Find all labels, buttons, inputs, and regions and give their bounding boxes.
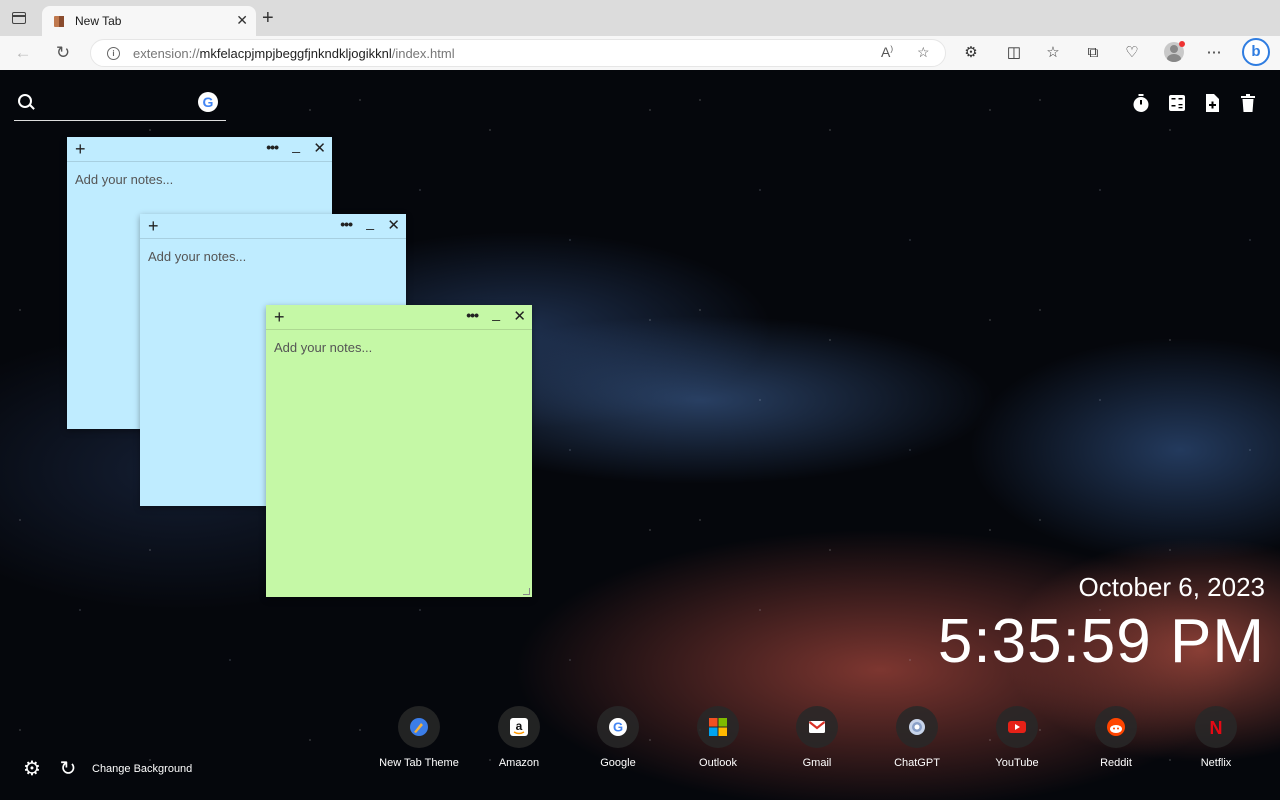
svg-text:a: a: [516, 719, 523, 733]
note-close-icon[interactable]: ✕: [513, 307, 526, 325]
refresh-background-icon[interactable]: ↻: [57, 758, 79, 780]
shortcut-youtube[interactable]: YouTube: [977, 706, 1057, 769]
bing-copilot-icon[interactable]: b: [1242, 38, 1270, 66]
svg-text:G: G: [613, 720, 623, 735]
add-note-icon[interactable]: [1201, 92, 1223, 114]
shortcut-gmail[interactable]: Gmail: [777, 706, 857, 769]
note-resize-handle[interactable]: [523, 588, 530, 595]
tab-actions-icon[interactable]: [12, 12, 26, 24]
microsoft-icon: [697, 706, 739, 748]
brush-icon: [398, 706, 440, 748]
google-icon: G: [597, 706, 639, 748]
shortcut-label: Amazon: [498, 757, 540, 769]
new-tab-button[interactable]: +: [262, 8, 274, 28]
back-arrow-icon[interactable]: ←: [12, 42, 34, 64]
trash-icon[interactable]: [1237, 92, 1259, 114]
svg-text:N: N: [1210, 718, 1223, 737]
favorite-star-icon[interactable]: ☆: [917, 44, 930, 61]
google-search-engine-icon[interactable]: G: [198, 92, 218, 112]
note-more-icon[interactable]: •••: [466, 307, 479, 323]
address-toolbar: ← ↻ i extension://mkfelacpjmpjbeggfjnknd…: [0, 36, 1280, 71]
chatgpt-icon: [896, 706, 938, 748]
shortcut-outlook[interactable]: Outlook: [678, 706, 758, 769]
tab-new-tab[interactable]: New Tab ✕: [42, 6, 256, 36]
note-toolbar: + ••• _ ✕: [67, 137, 332, 162]
timer-icon[interactable]: [1130, 92, 1152, 114]
search-input[interactable]: [44, 92, 198, 116]
shortcut-label: Outlook: [699, 757, 737, 769]
shortcut-new-tab-theme[interactable]: New Tab Theme: [379, 706, 459, 769]
search-icon[interactable]: [18, 94, 32, 108]
note-add-icon[interactable]: +: [75, 139, 86, 159]
shortcut-label: Netflix: [1200, 757, 1232, 769]
note-minimize-icon[interactable]: _: [292, 137, 300, 153]
shortcut-label: ChatGPT: [894, 757, 940, 769]
settings-gear-icon[interactable]: ⚙: [21, 758, 43, 780]
collections-icon[interactable]: ⧉: [1082, 42, 1104, 64]
shortcut-label: Google: [600, 757, 636, 769]
browser-essentials-icon[interactable]: ♡: [1121, 42, 1143, 64]
gmail-icon: [796, 706, 838, 748]
extensions-icon[interactable]: ⚙: [960, 42, 982, 64]
change-background-button[interactable]: Change Background: [92, 763, 192, 775]
clock-time: 5:35:59 PM: [937, 607, 1265, 676]
note-more-icon[interactable]: •••: [266, 139, 279, 155]
split-screen-icon[interactable]: ◫: [1003, 42, 1025, 64]
note-add-icon[interactable]: +: [148, 216, 159, 236]
calculator-icon[interactable]: [1166, 92, 1188, 114]
profile-notification-badge: [1179, 41, 1185, 47]
close-tab-icon[interactable]: ✕: [236, 12, 248, 29]
shortcut-label: Gmail: [802, 757, 832, 769]
note-more-icon[interactable]: •••: [340, 216, 353, 232]
shortcut-netflix[interactable]: N Netflix: [1176, 706, 1256, 769]
note-toolbar: + ••• _ ✕: [140, 214, 406, 239]
tab-favicon-icon: [54, 16, 64, 27]
clock-date: October 6, 2023: [1078, 572, 1265, 602]
new-tab-page: G + ••• _ ✕ Add your notes... + ••• _ ✕ …: [0, 70, 1280, 800]
shortcut-google[interactable]: G Google: [578, 706, 658, 769]
note-textarea[interactable]: Add your notes...: [274, 340, 372, 355]
youtube-icon: [996, 706, 1038, 748]
netflix-icon: N: [1195, 706, 1237, 748]
shortcut-amazon[interactable]: a Amazon: [479, 706, 559, 769]
note-close-icon[interactable]: ✕: [313, 139, 326, 157]
note-toolbar: + ••• _ ✕: [266, 305, 532, 330]
shortcut-chatgpt[interactable]: ChatGPT: [877, 706, 957, 769]
note-minimize-icon[interactable]: _: [492, 305, 500, 321]
note-add-icon[interactable]: +: [274, 307, 285, 327]
url-bar[interactable]: i extension://mkfelacpjmpjbeggfjnkndkljo…: [90, 39, 946, 67]
tab-strip: New Tab ✕ +: [0, 0, 1280, 36]
reddit-icon: [1095, 706, 1137, 748]
shortcut-reddit[interactable]: Reddit: [1076, 706, 1156, 769]
shortcut-label: New Tab Theme: [379, 757, 459, 769]
note-textarea[interactable]: Add your notes...: [148, 249, 246, 264]
tab-title: New Tab: [75, 14, 122, 28]
shortcut-label: YouTube: [995, 757, 1039, 769]
site-info-icon[interactable]: i: [107, 47, 120, 60]
note-textarea[interactable]: Add your notes...: [75, 172, 173, 187]
refresh-icon[interactable]: ↻: [52, 42, 74, 64]
note-minimize-icon[interactable]: _: [366, 214, 374, 230]
note-close-icon[interactable]: ✕: [387, 216, 400, 234]
read-aloud-icon[interactable]: A): [881, 44, 893, 60]
shortcut-label: Reddit: [1100, 757, 1132, 769]
sticky-note[interactable]: + ••• _ ✕ Add your notes...: [266, 305, 532, 597]
more-menu-icon[interactable]: ⋯: [1203, 42, 1225, 64]
amazon-icon: a: [498, 706, 540, 748]
favorites-icon[interactable]: ☆: [1042, 42, 1064, 64]
search-box: G: [14, 88, 226, 121]
url-text[interactable]: extension://mkfelacpjmpjbeggfjnkndkljogi…: [133, 46, 455, 61]
